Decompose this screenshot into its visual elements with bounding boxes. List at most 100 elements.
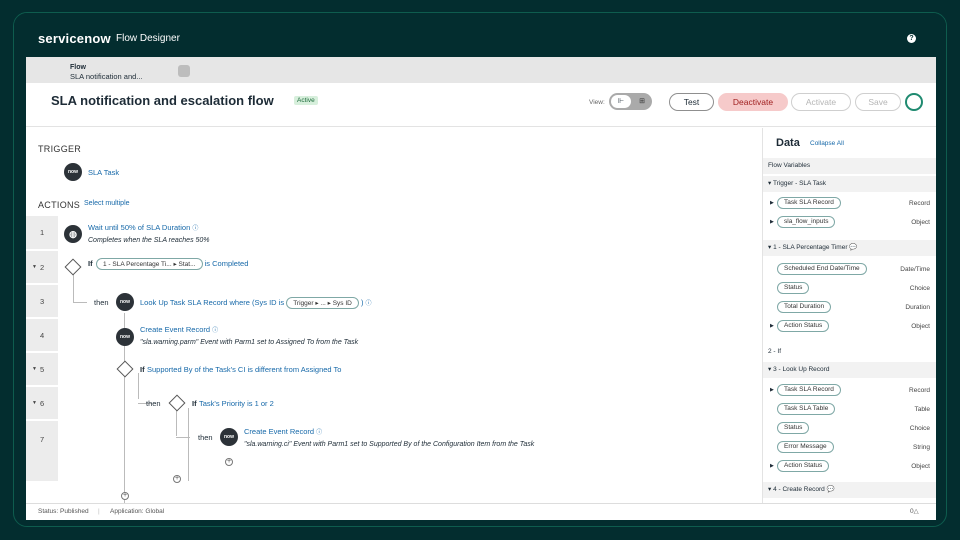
now-icon: now (220, 428, 238, 446)
then-label: then (94, 298, 109, 307)
flow-header: SLA notification and escalation flow Act… (26, 83, 936, 127)
data-pill[interactable]: sla_flow_inputs (777, 216, 836, 228)
data-pill: 1 - SLA Percentage Ti... ▸ Stat... (96, 258, 203, 270)
connector-line (138, 373, 139, 399)
step-title[interactable]: Wait until 50% of SLA Duration ⓘ (88, 223, 198, 232)
activate-button[interactable]: Activate (791, 93, 851, 111)
expand-arrow-icon[interactable]: ▶ (770, 219, 774, 225)
actions-heading: ACTIONS (38, 200, 81, 210)
tab-name: SLA notification and... (70, 72, 143, 81)
tab-close-button[interactable] (178, 65, 190, 77)
data-pill[interactable]: Status (777, 422, 810, 434)
status-text: Status: Published (38, 508, 89, 515)
data-type: Duration (905, 304, 930, 311)
step-title[interactable]: Look Up Task SLA Record where (Sys ID is… (140, 297, 372, 309)
data-pill[interactable]: Task SLA Record (777, 197, 841, 209)
servicenow-logo: servicenow (38, 31, 111, 46)
tree-view-icon[interactable]: ⊩ (611, 95, 631, 108)
step-description: "sla.warning.ci" Event with Parm1 set to… (244, 441, 535, 448)
data-type: Table (914, 406, 930, 413)
data-pill[interactable]: Total Duration (777, 301, 832, 313)
step-title[interactable]: Create Event Record ⓘ (244, 427, 322, 436)
data-type: Object (911, 219, 930, 226)
bell-icon: △ (913, 508, 919, 515)
tab-strip: Flow SLA notification and... (26, 57, 936, 83)
tab-flow[interactable]: Flow SLA notification and... (70, 63, 143, 81)
data-type: Object (911, 323, 930, 330)
select-multiple-link[interactable]: Select multiple (84, 200, 130, 207)
save-button[interactable]: Save (855, 93, 901, 111)
test-button[interactable]: Test (669, 93, 714, 111)
flow-variables-section[interactable]: Flow Variables (763, 158, 936, 174)
trigger-link[interactable]: SLA Task (88, 168, 119, 177)
connector-line (188, 408, 189, 481)
now-icon: now (64, 163, 82, 181)
expand-arrow-icon[interactable]: ▶ (770, 200, 774, 206)
collapse-arrow-icon: ▼ (32, 366, 37, 372)
data-group-header[interactable]: ▾ 4 - Create Record 💬 (763, 482, 936, 498)
step-description: Completes when the SLA reaches 50% (88, 237, 210, 244)
if-diamond-icon (116, 360, 134, 378)
data-group-header[interactable]: ▾ 1 - SLA Percentage Timer 💬 (763, 240, 936, 256)
connector-line (73, 302, 87, 303)
data-group-header[interactable]: ▾ 3 - Look Up Record (763, 362, 936, 378)
data-panel: Data Collapse All Flow Variables ▾ Trigg… (762, 128, 936, 503)
trigger-heading: TRIGGER (38, 144, 82, 154)
expand-arrow-icon[interactable]: ▶ (770, 323, 774, 329)
if-condition[interactable]: Supported By of the Task's CI is differe… (147, 365, 341, 374)
grid-view-icon[interactable]: ⊞ (634, 95, 650, 108)
comment-icon: 💬 (826, 486, 835, 493)
add-step-icon[interactable]: + (225, 458, 233, 466)
expand-arrow-icon[interactable]: ▶ (770, 387, 774, 393)
if-keyword: If (88, 259, 93, 268)
then-label: then (198, 433, 213, 442)
step-gutter[interactable]: ▼ 5 (26, 353, 58, 385)
step-gutter: 1 (26, 216, 58, 249)
data-group-header[interactable]: 2 - If (763, 344, 936, 360)
application-text: Application: Global (110, 508, 165, 515)
step-gutter[interactable]: ▼ 2 (26, 251, 58, 283)
help-icon[interactable]: ? (907, 34, 916, 43)
connector-line (176, 408, 177, 436)
data-pill[interactable]: Task SLA Table (777, 403, 836, 415)
data-pill[interactable]: Scheduled End Date/Time (777, 263, 867, 275)
data-pill[interactable]: Action Status (777, 320, 830, 332)
deactivate-button[interactable]: Deactivate (718, 93, 788, 111)
data-type: Choice (909, 285, 930, 292)
page-title: SLA notification and escalation flow (51, 93, 274, 108)
data-type: Date/Time (900, 266, 930, 273)
data-group-header[interactable]: ▾ Trigger - SLA Task (763, 176, 936, 192)
notification-count[interactable]: 0△ (910, 504, 919, 520)
add-step-icon[interactable]: + (121, 492, 129, 500)
collapse-all-link[interactable]: Collapse All (810, 140, 844, 147)
if-condition[interactable]: Task's Priority is 1 or 2 (199, 399, 274, 408)
tab-kind: Flow (70, 64, 86, 71)
status-circle-icon[interactable] (905, 93, 923, 111)
collapse-arrow-icon: ▼ (32, 400, 37, 406)
step-gutter[interactable]: ▼ 6 (26, 387, 58, 419)
data-title: Data (776, 137, 800, 149)
data-pill[interactable]: Error Message (777, 441, 834, 453)
connector-line (176, 437, 190, 438)
add-step-icon[interactable]: + (173, 475, 181, 483)
data-type: Record (909, 387, 930, 394)
app-frame: servicenow Flow Designer ? Flow SLA noti… (13, 12, 947, 527)
view-label: View: (589, 99, 605, 106)
if-diamond-icon (168, 394, 186, 412)
data-type: Record (909, 200, 930, 207)
step-title[interactable]: Create Event Record ⓘ (140, 325, 218, 334)
info-icon: ⓘ (316, 430, 323, 436)
step-gutter: 4 (26, 319, 58, 351)
expand-arrow-icon[interactable]: ▶ (770, 463, 774, 469)
if-condition[interactable]: 1 - SLA Percentage Ti... ▸ Stat... is Co… (96, 258, 248, 270)
step-gutter: 7 (26, 421, 58, 481)
if-diamond-icon (64, 258, 82, 276)
collapse-arrow-icon: ▼ (32, 264, 37, 270)
app-name: Flow Designer (116, 33, 180, 44)
comment-icon: 💬 (849, 244, 858, 251)
data-pill[interactable]: Task SLA Record (777, 384, 841, 396)
data-pill[interactable]: Action Status (777, 460, 830, 472)
data-pill[interactable]: Status (777, 282, 810, 294)
then-label: then (146, 399, 161, 408)
view-toggle[interactable]: ⊩ ⊞ (609, 93, 652, 110)
